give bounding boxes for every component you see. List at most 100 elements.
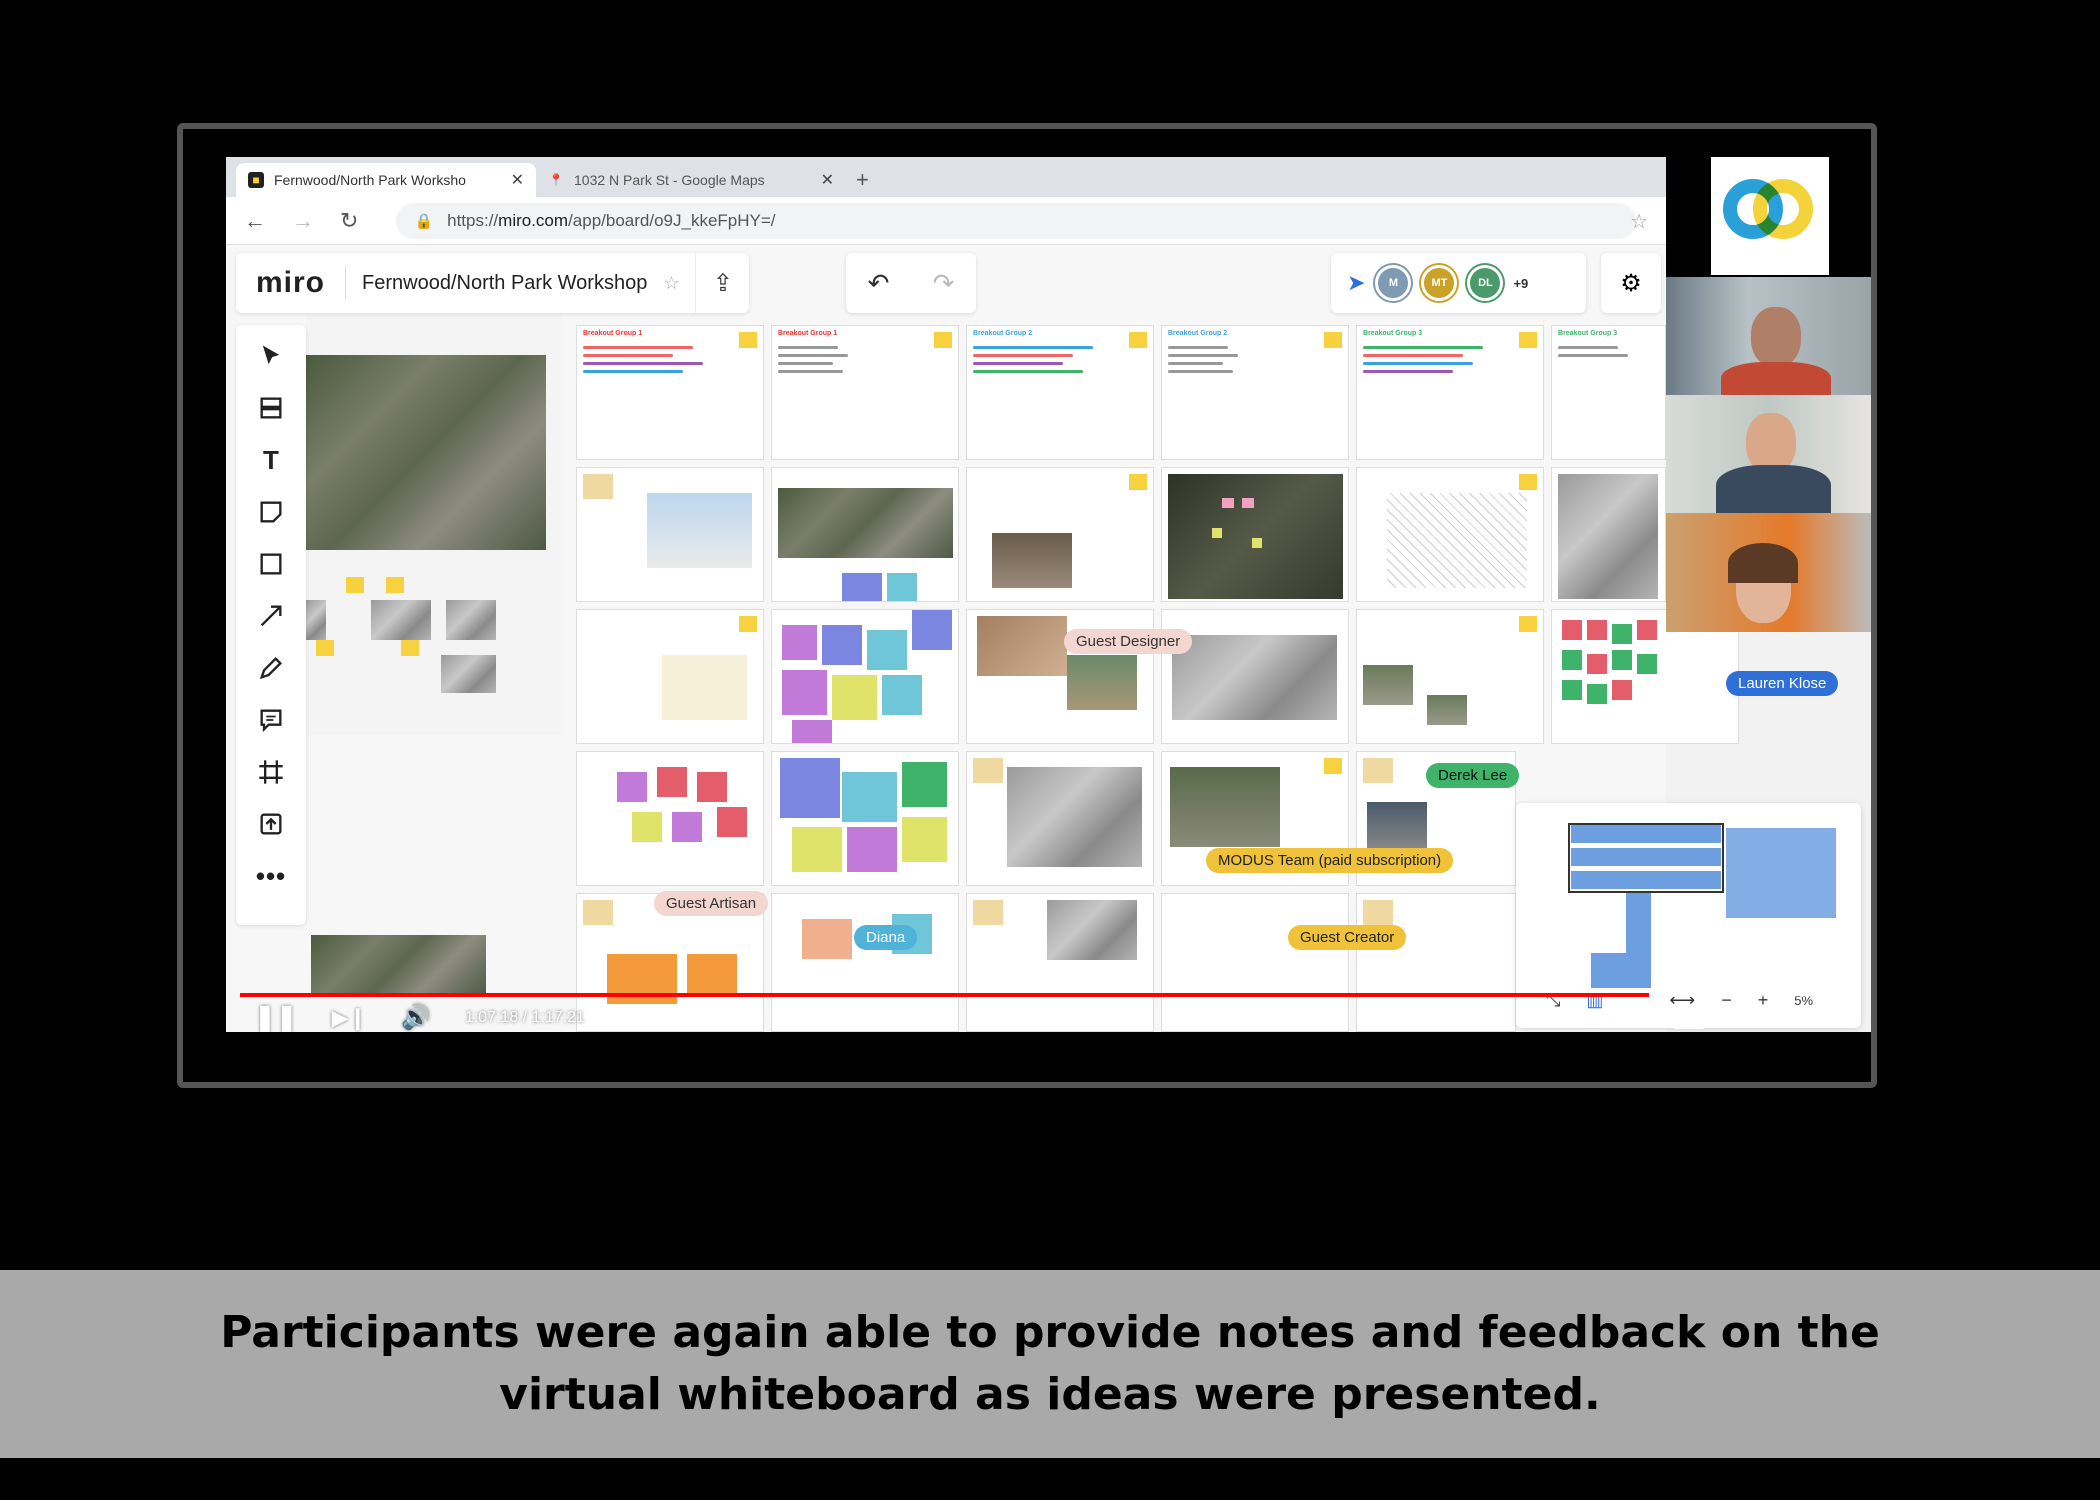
cursor-label: Guest Creator xyxy=(1288,925,1407,950)
video-progress-bar[interactable] xyxy=(240,993,1860,997)
back-icon[interactable]: ← xyxy=(244,208,266,234)
miro-logo[interactable]: miro xyxy=(236,266,347,300)
caption-line: Participants were again able to provide … xyxy=(220,1307,1880,1358)
board-frame[interactable] xyxy=(1356,609,1544,744)
new-tab-icon[interactable]: + xyxy=(846,163,879,197)
board-frame[interactable] xyxy=(576,467,764,602)
tab-miro[interactable]: ■ Fernwood/North Park Worksho ✕ xyxy=(236,163,536,197)
aerial-map-image xyxy=(306,355,546,550)
board-frame[interactable] xyxy=(966,467,1154,602)
breakout-frame[interactable]: Breakout Group 1 xyxy=(771,325,959,460)
video-time: 1:07:18 / 1:17:21 xyxy=(464,1008,585,1026)
webcam-logo-tile xyxy=(1666,157,1871,277)
player-controls-right: CC ⚙ ▣ ⛶ xyxy=(1672,1003,1851,1032)
collaborators-bar: ➤ M MT DL +9 xyxy=(1331,253,1586,313)
breakout-frame[interactable]: Breakout Group 1 xyxy=(576,325,764,460)
address-bar[interactable]: 🔒 https://miro.com/app/board/o9J_kkeFpHY… xyxy=(396,202,1637,239)
url-text: https://miro.com/app/board/o9J_kkeFpHY=/ xyxy=(447,210,776,230)
share-upload-icon[interactable]: ⇪ xyxy=(695,253,749,313)
select-icon[interactable] xyxy=(254,339,288,373)
video-player[interactable]: ■ Fernwood/North Park Worksho ✕ 📍 1032 N… xyxy=(226,157,1871,1032)
board-frame[interactable] xyxy=(576,609,764,744)
tab-google-maps[interactable]: 📍 1032 N Park St - Google Maps ✕ xyxy=(536,163,846,197)
pen-icon[interactable] xyxy=(254,651,288,685)
shape-icon[interactable] xyxy=(254,547,288,581)
player-controls-left: ❚❚ ▶❙ 🔊 1:07:18 / 1:17:21 xyxy=(226,1002,1871,1032)
tab-label: 1032 N Park St - Google Maps xyxy=(574,172,765,188)
miniplayer-icon[interactable]: ▣ xyxy=(1785,1005,1806,1031)
cursor-label: Diana xyxy=(854,925,918,950)
undo-redo-bar: ↶ ↷ xyxy=(846,253,976,313)
board-frame[interactable] xyxy=(1161,467,1349,602)
webcam-participant xyxy=(1666,395,1871,513)
fullscreen-icon[interactable]: ⛶ xyxy=(1836,1005,1851,1031)
tab-label: Fernwood/North Park Worksho xyxy=(274,172,466,188)
redo-icon[interactable]: ↷ xyxy=(933,268,955,299)
cursor-label: Guest Artisan xyxy=(654,891,769,916)
miro-favicon-icon: ■ xyxy=(248,172,264,188)
breakout-frame[interactable]: Breakout Group 3 xyxy=(1356,325,1544,460)
avatar[interactable]: MT xyxy=(1421,265,1458,301)
board-frame[interactable] xyxy=(771,751,959,886)
text-icon[interactable]: T xyxy=(254,443,288,477)
browser-toolbar: ← → ↻ 🔒 https://miro.com/app/board/o9J_k… xyxy=(226,197,1666,245)
frame-header: Breakout Group 1 xyxy=(778,330,838,337)
tool-palette: T ••• xyxy=(236,325,306,925)
organization-logo xyxy=(1711,157,1829,275)
arrow-icon[interactable] xyxy=(254,599,288,633)
webcam-participant xyxy=(1666,277,1871,395)
board-frame[interactable] xyxy=(771,609,959,744)
follow-cursor-icon[interactable]: ➤ xyxy=(1347,270,1365,296)
avatar[interactable]: M xyxy=(1375,265,1412,301)
sticky-note-icon[interactable] xyxy=(254,495,288,529)
caption-line: virtual whiteboard as ideas were present… xyxy=(499,1369,1601,1420)
video-frame: ■ Fernwood/North Park Worksho ✕ 📍 1032 N… xyxy=(177,123,1877,1088)
board-frame[interactable] xyxy=(771,467,959,602)
minimap-viewport[interactable] xyxy=(1568,823,1724,893)
close-tab-icon[interactable]: ✕ xyxy=(511,170,524,190)
video-progress-fill xyxy=(240,993,1650,997)
slide-caption: Participants were again able to provide … xyxy=(200,1302,1900,1426)
more-icon[interactable]: ••• xyxy=(254,859,288,893)
cursor-label: Guest Designer xyxy=(1064,629,1193,654)
board-frame[interactable] xyxy=(1551,467,1666,602)
board-settings-icon[interactable]: ⚙ xyxy=(1601,253,1661,313)
avatar[interactable]: DL xyxy=(1467,265,1504,301)
volume-icon[interactable]: 🔊 xyxy=(401,1003,431,1032)
board-frame[interactable] xyxy=(1161,609,1349,744)
miro-header: miro Fernwood/North Park Workshop ☆ ⇪ xyxy=(236,253,750,313)
caption-band: Participants were again able to provide … xyxy=(0,1270,2100,1458)
forward-icon[interactable]: → xyxy=(292,208,314,234)
frame-header: Breakout Group 2 xyxy=(1168,330,1228,337)
next-icon[interactable]: ▶❙ xyxy=(332,1005,367,1031)
frame-header: Breakout Group 2 xyxy=(973,330,1033,337)
board-frame[interactable] xyxy=(966,751,1154,886)
breakout-frame[interactable]: Breakout Group 2 xyxy=(1161,325,1349,460)
comment-icon[interactable] xyxy=(254,703,288,737)
webcam-participant xyxy=(1666,513,1871,632)
board-title[interactable]: Fernwood/North Park Workshop xyxy=(346,272,663,295)
undo-icon[interactable]: ↶ xyxy=(868,268,890,299)
frame-icon[interactable] xyxy=(254,755,288,789)
browser-tab-bar: ■ Fernwood/North Park Worksho ✕ 📍 1032 N… xyxy=(226,157,1666,197)
close-tab-icon[interactable]: ✕ xyxy=(821,170,834,190)
reload-icon[interactable]: ↻ xyxy=(340,208,358,234)
bookmark-star-icon[interactable]: ☆ xyxy=(1630,209,1648,234)
maps-pin-icon: 📍 xyxy=(548,173,564,187)
templates-icon[interactable] xyxy=(254,391,288,425)
cursor-label: MODUS Team (paid subscription) xyxy=(1206,848,1454,873)
board-frame[interactable] xyxy=(576,751,764,886)
captions-icon[interactable]: CC xyxy=(1672,1006,1706,1029)
cursor-label: Derek Lee xyxy=(1426,763,1520,788)
breakout-frame[interactable]: Breakout Group 3 xyxy=(1551,325,1666,460)
settings-gear-icon[interactable]: ⚙ xyxy=(1735,1005,1755,1031)
more-collaborators-badge[interactable]: +9 xyxy=(1513,276,1528,291)
frame-header: Breakout Group 3 xyxy=(1363,330,1423,337)
board-frame-map[interactable] xyxy=(306,315,561,735)
miro-board[interactable]: Breakout Group 1 Breakout Group 1 Breako… xyxy=(226,245,1861,1032)
upload-icon[interactable] xyxy=(254,807,288,841)
pause-icon[interactable]: ❚❚ xyxy=(254,1002,298,1032)
board-frame[interactable] xyxy=(1356,467,1544,602)
breakout-frame[interactable]: Breakout Group 2 xyxy=(966,325,1154,460)
favorite-star-icon[interactable]: ☆ xyxy=(663,273,695,294)
